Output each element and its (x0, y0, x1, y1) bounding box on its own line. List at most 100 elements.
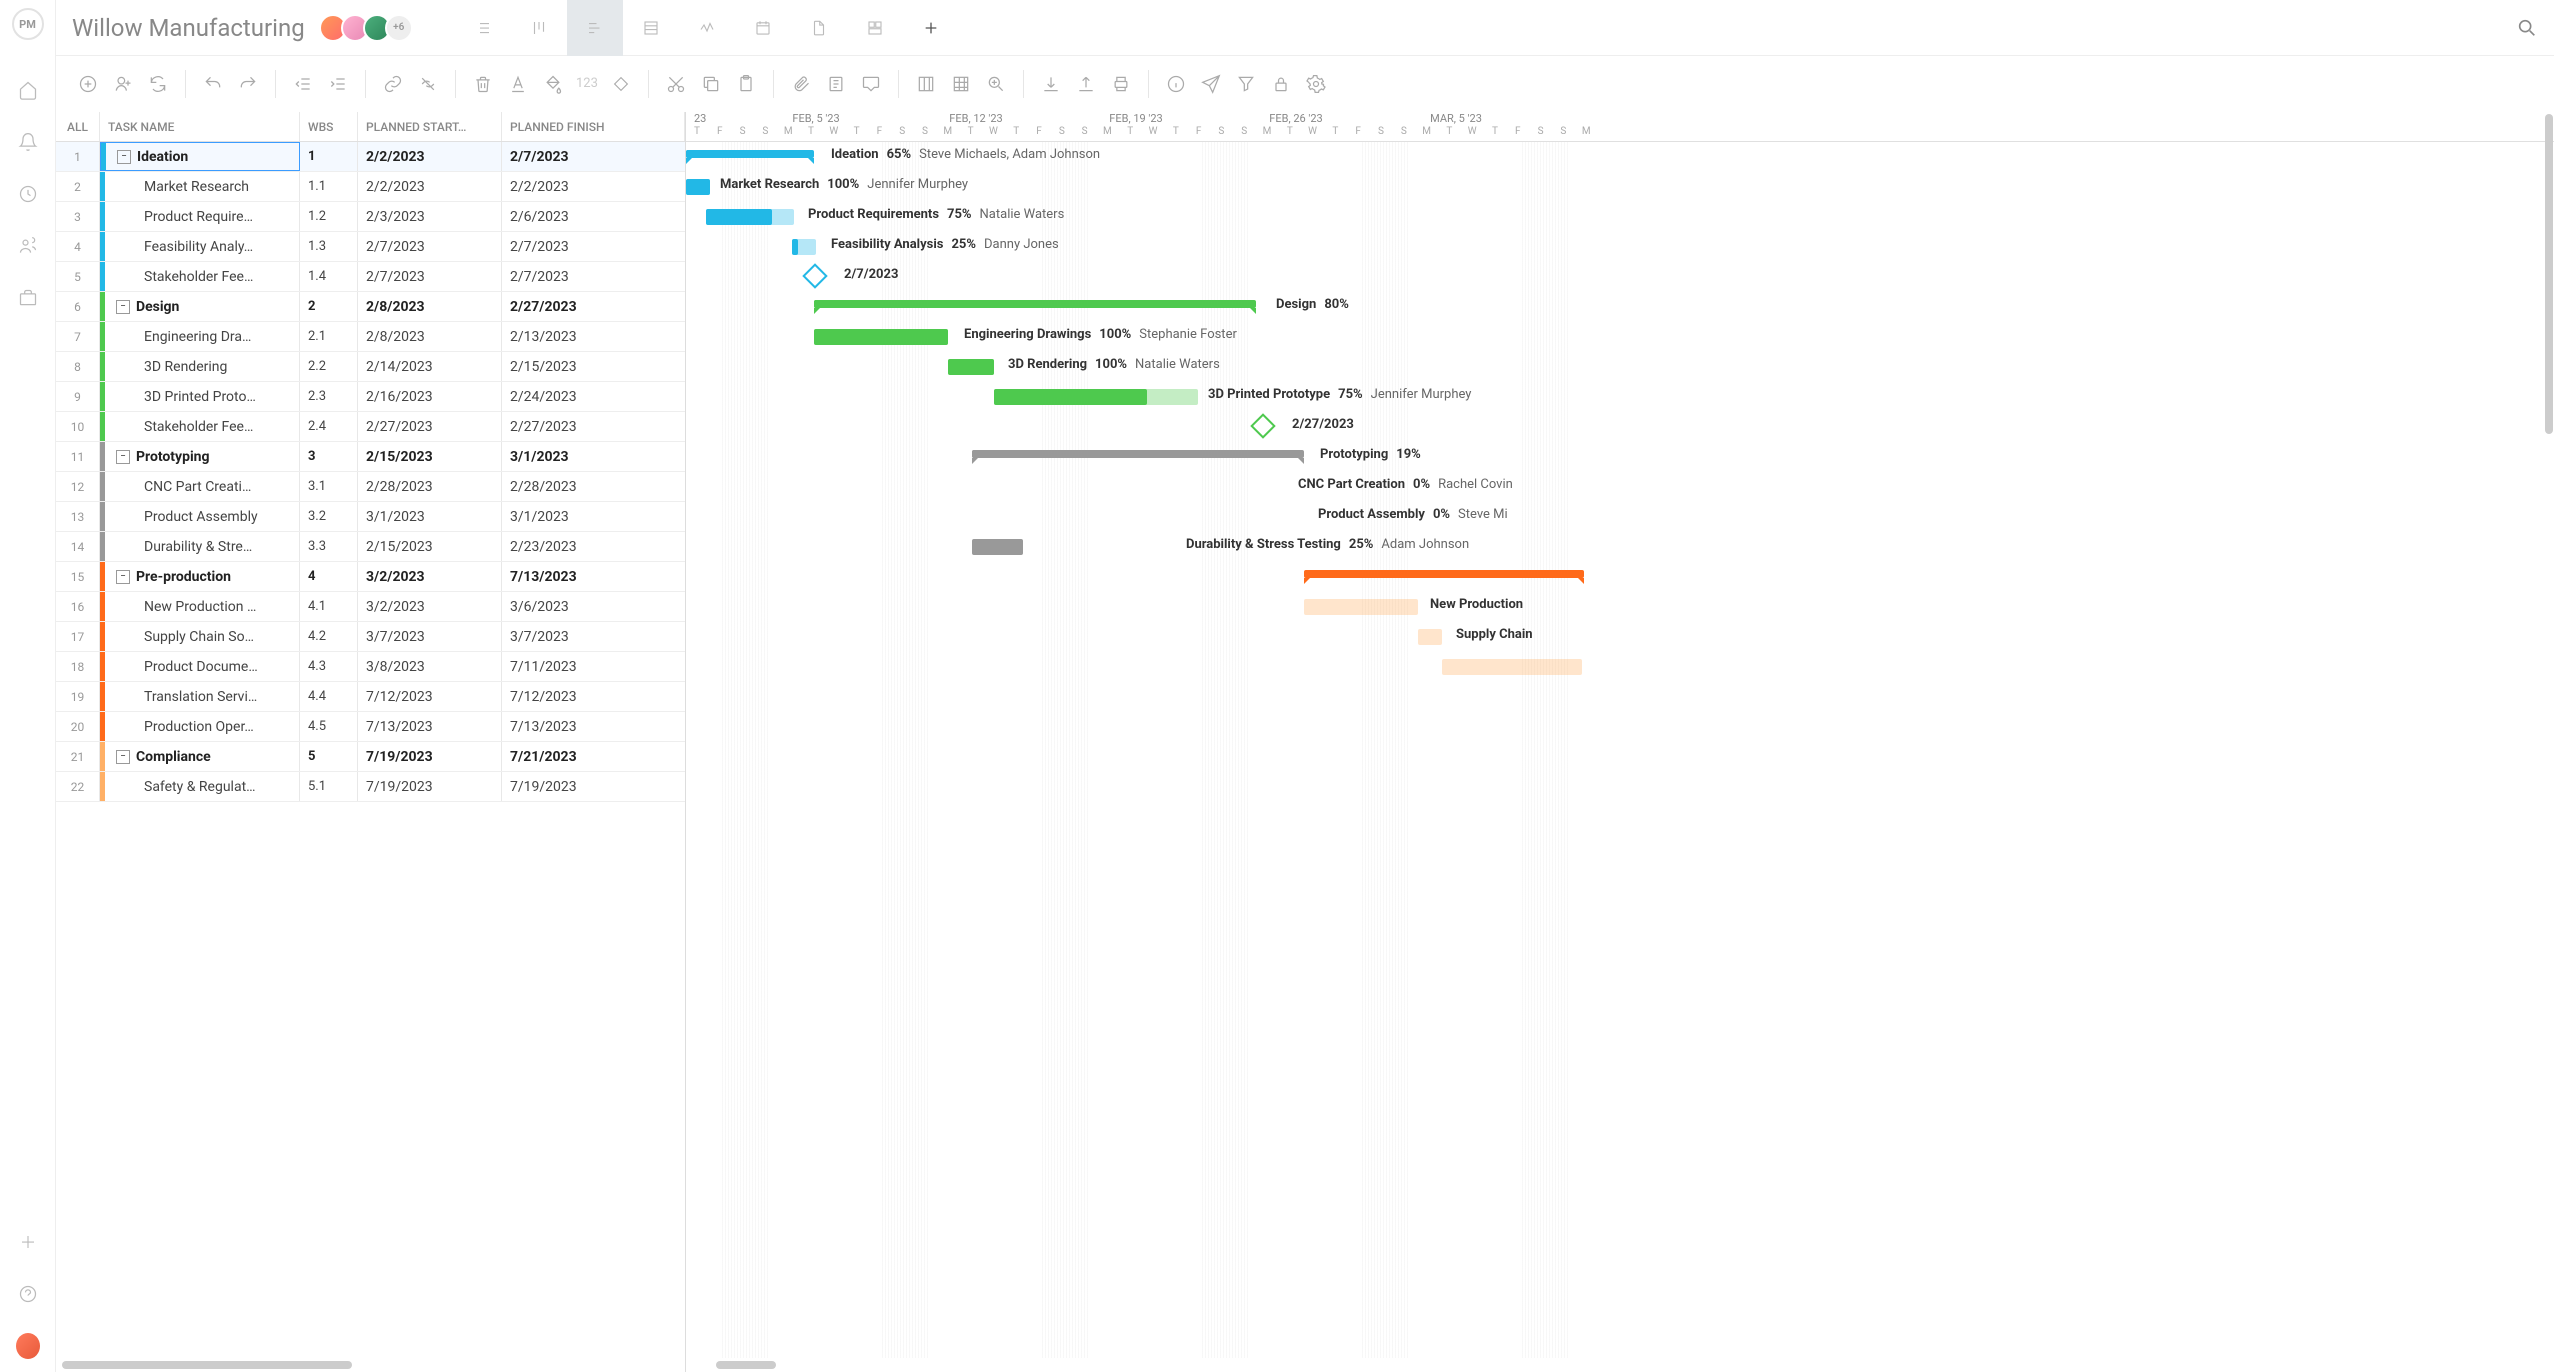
col-all[interactable]: ALL (56, 112, 100, 141)
finish-cell[interactable]: 2/2/2023 (502, 172, 685, 201)
task-row[interactable]: 22 Safety & Regulat… 5.1 7/19/2023 7/19/… (56, 772, 685, 802)
format-number[interactable]: 123 (572, 76, 602, 91)
copy-button[interactable] (695, 68, 727, 100)
avatar-more[interactable]: +6 (385, 14, 413, 42)
start-cell[interactable]: 2/7/2023 (358, 232, 502, 261)
expand-icon[interactable]: − (116, 300, 130, 314)
finish-cell[interactable]: 2/7/2023 (502, 262, 685, 291)
list-view-tab[interactable] (455, 0, 511, 56)
help-icon[interactable] (16, 1282, 40, 1306)
start-cell[interactable]: 3/2/2023 (358, 562, 502, 591)
task-row[interactable]: 9 3D Printed Proto… 2.3 2/16/2023 2/24/2… (56, 382, 685, 412)
wbs-cell[interactable]: 4.4 (300, 682, 358, 711)
task-row[interactable]: 1 − Ideation 1 2/2/2023 2/7/2023 (56, 142, 685, 172)
task-name-cell[interactable]: Durability & Stre… (100, 532, 300, 561)
wbs-cell[interactable]: 4.5 (300, 712, 358, 741)
redo-button[interactable] (232, 68, 264, 100)
milestone-marker[interactable] (802, 263, 827, 288)
task-name-cell[interactable]: − Design (100, 292, 300, 321)
recent-icon[interactable] (16, 182, 40, 206)
start-cell[interactable]: 2/8/2023 (358, 322, 502, 351)
wbs-cell[interactable]: 2.2 (300, 352, 358, 381)
summary-bar[interactable] (1304, 570, 1584, 578)
link-button[interactable] (377, 68, 409, 100)
calendar-view-tab[interactable] (735, 0, 791, 56)
task-row[interactable]: 8 3D Rendering 2.2 2/14/2023 2/15/2023 (56, 352, 685, 382)
task-name-cell[interactable]: Stakeholder Fee… (100, 412, 300, 441)
wbs-cell[interactable]: 5.1 (300, 772, 358, 801)
finish-cell[interactable]: 7/11/2023 (502, 652, 685, 681)
task-row[interactable]: 5 Stakeholder Fee… 1.4 2/7/2023 2/7/2023 (56, 262, 685, 292)
task-name-cell[interactable]: Product Assembly (100, 502, 300, 531)
home-icon[interactable] (16, 78, 40, 102)
wbs-cell[interactable]: 1.3 (300, 232, 358, 261)
fill-color-button[interactable] (537, 68, 569, 100)
finish-cell[interactable]: 2/7/2023 (502, 232, 685, 261)
expand-icon[interactable]: − (116, 570, 130, 584)
start-cell[interactable]: 2/14/2023 (358, 352, 502, 381)
notifications-icon[interactable] (16, 130, 40, 154)
task-name-cell[interactable]: 3D Printed Proto… (100, 382, 300, 411)
finish-cell[interactable]: 7/13/2023 (502, 562, 685, 591)
refresh-button[interactable] (142, 68, 174, 100)
start-cell[interactable]: 7/19/2023 (358, 772, 502, 801)
add-icon[interactable] (16, 1230, 40, 1254)
milestone-marker[interactable] (1250, 413, 1275, 438)
task-row[interactable]: 16 New Production … 4.1 3/2/2023 3/6/202… (56, 592, 685, 622)
finish-cell[interactable]: 2/27/2023 (502, 412, 685, 441)
task-row[interactable]: 11 − Prototyping 3 2/15/2023 3/1/2023 (56, 442, 685, 472)
board-view-tab[interactable] (511, 0, 567, 56)
lock-button[interactable] (1265, 68, 1297, 100)
start-cell[interactable]: 2/7/2023 (358, 262, 502, 291)
task-name-cell[interactable]: − Ideation (100, 142, 300, 171)
task-name-cell[interactable]: Engineering Dra… (100, 322, 300, 351)
finish-cell[interactable]: 3/1/2023 (502, 502, 685, 531)
task-bar[interactable] (1282, 509, 1306, 525)
col-wbs[interactable]: WBS (300, 112, 358, 141)
task-name-cell[interactable]: Translation Servi… (100, 682, 300, 711)
summary-bar[interactable] (972, 450, 1304, 458)
notes-button[interactable] (820, 68, 852, 100)
file-view-tab[interactable] (791, 0, 847, 56)
wbs-cell[interactable]: 3.2 (300, 502, 358, 531)
print-button[interactable] (1105, 68, 1137, 100)
finish-cell[interactable]: 2/15/2023 (502, 352, 685, 381)
finish-cell[interactable]: 3/1/2023 (502, 442, 685, 471)
col-start[interactable]: PLANNED START… (358, 112, 502, 141)
task-name-cell[interactable]: Production Oper… (100, 712, 300, 741)
collaborator-avatars[interactable]: +6 (325, 14, 413, 42)
start-cell[interactable]: 2/16/2023 (358, 382, 502, 411)
col-name[interactable]: TASK NAME (100, 112, 300, 141)
finish-cell[interactable]: 7/12/2023 (502, 682, 685, 711)
task-name-cell[interactable]: Product Docume… (100, 652, 300, 681)
add-task-button[interactable] (72, 68, 104, 100)
info-button[interactable] (1160, 68, 1192, 100)
task-name-cell[interactable]: Safety & Regulat… (100, 772, 300, 801)
wbs-cell[interactable]: 2.3 (300, 382, 358, 411)
finish-cell[interactable]: 2/23/2023 (502, 532, 685, 561)
task-bar[interactable] (1442, 659, 1582, 675)
task-row[interactable]: 19 Translation Servi… 4.4 7/12/2023 7/12… (56, 682, 685, 712)
task-row[interactable]: 6 − Design 2 2/8/2023 2/27/2023 (56, 292, 685, 322)
grid-hscroll[interactable] (56, 1358, 685, 1372)
task-name-cell[interactable]: − Prototyping (100, 442, 300, 471)
task-bar[interactable] (1304, 599, 1418, 615)
text-color-button[interactable] (502, 68, 534, 100)
task-name-cell[interactable]: 3D Rendering (100, 352, 300, 381)
task-bar[interactable] (948, 359, 994, 375)
task-bar[interactable] (1418, 629, 1442, 645)
task-name-cell[interactable]: Product Require… (100, 202, 300, 231)
wbs-cell[interactable]: 4.3 (300, 652, 358, 681)
start-cell[interactable]: 2/15/2023 (358, 442, 502, 471)
task-bar[interactable] (1258, 479, 1282, 495)
wbs-cell[interactable]: 5 (300, 742, 358, 771)
task-row[interactable]: 17 Supply Chain So… 4.2 3/7/2023 3/7/202… (56, 622, 685, 652)
wbs-cell[interactable]: 3.3 (300, 532, 358, 561)
task-name-cell[interactable]: Market Research (100, 172, 300, 201)
task-bar[interactable] (972, 539, 1176, 555)
task-name-cell[interactable]: Supply Chain So… (100, 622, 300, 651)
task-row[interactable]: 2 Market Research 1.1 2/2/2023 2/2/2023 (56, 172, 685, 202)
task-row[interactable]: 21 − Compliance 5 7/19/2023 7/21/2023 (56, 742, 685, 772)
search-icon[interactable] (2516, 17, 2538, 39)
assign-button[interactable] (107, 68, 139, 100)
